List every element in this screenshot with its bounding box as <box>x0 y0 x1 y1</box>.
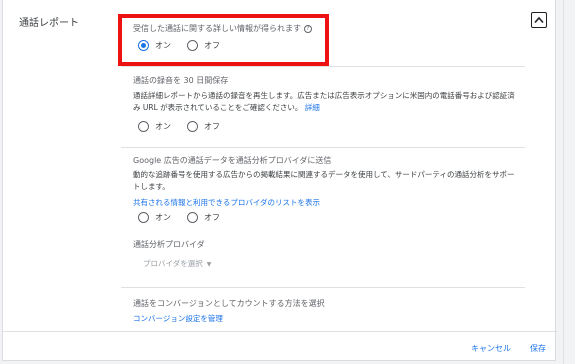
recording-desc-line2-text: み URL が表示されていることをご確認ください。 <box>133 103 303 112</box>
learn-more-link[interactable]: 詳細 <box>305 103 320 112</box>
footer-divider <box>3 331 557 332</box>
provider-select[interactable]: プロバイダを選択 ▼ <box>143 258 211 269</box>
recording-off-label: オフ <box>204 122 220 131</box>
dropdown-caret-icon: ▼ <box>206 261 212 268</box>
share-desc-line2: トします。 <box>133 182 170 191</box>
share-description: 動的な追跡番号を使用する広告からの掲載結果に関連するデータを使用して、サードパー… <box>133 169 533 193</box>
divider <box>121 287 525 288</box>
divider <box>121 147 525 148</box>
cancel-button[interactable]: キャンセル <box>471 343 511 354</box>
divider <box>121 66 525 67</box>
recording-description: 通話詳細レポートから通話の録音を再生します。広告または広告表示オプションに米国内… <box>133 90 533 114</box>
provider-list-link[interactable]: 共有される情報と利用できるプロバイダのリストを表示 <box>133 197 533 209</box>
share-radio-group: オン オフ <box>138 212 236 223</box>
recording-on-radio[interactable] <box>138 121 149 132</box>
provider-label: 通話分析プロバイダ <box>133 240 205 249</box>
recording-desc-line2: み URL が表示されていることをご確認ください。 詳細 <box>133 102 533 114</box>
manage-conversion-link[interactable]: コンバージョン設定を管理 <box>133 313 533 325</box>
share-on-radio[interactable] <box>138 212 149 223</box>
section-title: 通話レポート <box>19 18 79 29</box>
red-highlight-box <box>118 14 329 66</box>
share-desc-line1: 動的な追跡番号を使用する広告からの掲載結果に関連するデータを使用して、サードパー… <box>133 170 515 179</box>
scrollbar[interactable] <box>563 0 575 364</box>
share-off-label: オフ <box>204 213 220 222</box>
recording-radio-group: オン オフ <box>138 121 236 132</box>
recording-on-label: オン <box>155 122 171 131</box>
share-label: Google 広告の通話データを通話分析プロバイダに送信 <box>133 156 332 165</box>
collapse-button[interactable] <box>531 12 547 28</box>
save-button[interactable]: 保存 <box>530 343 546 354</box>
conversion-label: 通話をコンバージョンとしてカウントする方法を選択 <box>133 299 325 308</box>
share-off-radio[interactable] <box>187 212 198 223</box>
provider-select-placeholder: プロバイダを選択 <box>143 259 203 268</box>
recording-desc-line1: 通話詳細レポートから通話の録音を再生します。広告または広告表示オプションに米国内… <box>133 91 515 100</box>
recording-label: 通話の録音を 30 日間保存 <box>133 76 229 85</box>
share-on-label: オン <box>155 213 171 222</box>
recording-off-radio[interactable] <box>187 121 198 132</box>
chevron-up-icon <box>534 16 544 24</box>
